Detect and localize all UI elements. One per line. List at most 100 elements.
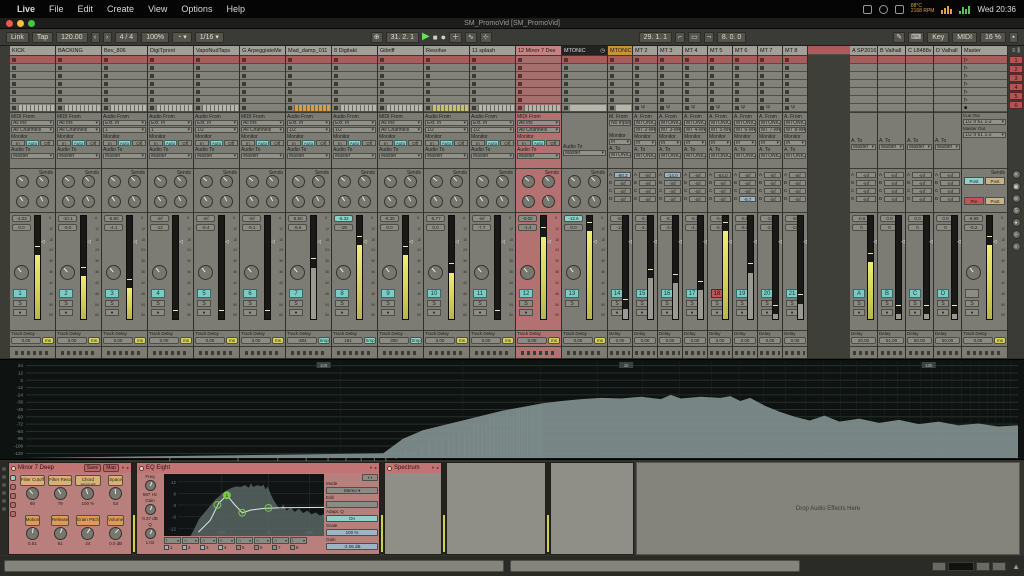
- track-delay-field[interactable]: 0.00: [659, 337, 681, 344]
- track-header[interactable]: MTONIC◷: [562, 46, 607, 56]
- clip-slot[interactable]: [783, 88, 807, 96]
- clip-slot[interactable]: Ψ: [633, 104, 657, 112]
- scene-slot[interactable]: ▷: [962, 56, 1007, 64]
- solo-button[interactable]: S: [13, 300, 27, 307]
- menu-item-create[interactable]: Create: [100, 4, 141, 14]
- fader-handle[interactable]: ◁: [501, 239, 505, 245]
- key-map-button[interactable]: Key: [927, 32, 949, 43]
- arm-button[interactable]: ●: [59, 309, 73, 316]
- delay-unit-toggle[interactable]: ms: [226, 337, 238, 344]
- clip-slot[interactable]: [470, 96, 515, 104]
- send-amount-field[interactable]: -inf: [789, 172, 806, 178]
- q-knob[interactable]: [145, 528, 156, 539]
- clip-slot[interactable]: [608, 88, 632, 96]
- clip-slot[interactable]: [10, 72, 55, 80]
- track-delay-field[interactable]: 20.00: [851, 337, 876, 344]
- input-dropdown[interactable]: No Input▾: [609, 120, 631, 126]
- send-b-knob[interactable]: [174, 175, 187, 188]
- play-button[interactable]: ▶: [422, 32, 430, 42]
- lock-icon[interactable]: [863, 5, 872, 14]
- audio-to-dropdown[interactable]: Master▾: [287, 153, 330, 159]
- monitor-auto-button[interactable]: Auto: [164, 140, 178, 146]
- solo-button[interactable]: S: [381, 300, 395, 307]
- track-header[interactable]: MT 7: [758, 46, 782, 56]
- audio-to-dropdown[interactable]: Master▾: [57, 153, 100, 159]
- audio-to-dropdown[interactable]: Master▾: [333, 153, 376, 159]
- delay-unit-toggle[interactable]: ms: [134, 337, 146, 344]
- fader-handle[interactable]: ◁: [901, 239, 905, 245]
- pan-field[interactable]: -9.0: [58, 224, 77, 231]
- send-c-knob[interactable]: [154, 195, 167, 208]
- volume-field[interactable]: -6.32: [334, 215, 353, 222]
- device-activator-toggle[interactable]: [387, 466, 392, 471]
- monitor-off-button[interactable]: Off: [270, 140, 284, 146]
- send-amount-field[interactable]: -inf: [739, 188, 756, 194]
- menu-item-view[interactable]: View: [141, 4, 174, 14]
- clip-slot[interactable]: [470, 80, 515, 88]
- crossfade-assign[interactable]: [760, 351, 779, 355]
- send-amount-field[interactable]: -inf: [714, 196, 731, 202]
- track-delay-field[interactable]: 50.00: [907, 337, 932, 344]
- clip-slot-scene1[interactable]: [194, 56, 239, 64]
- track-header[interactable]: Bev_806: [102, 46, 147, 56]
- solo-button[interactable]: S: [151, 300, 165, 307]
- audio-to-dropdown[interactable]: Master▾: [195, 153, 238, 159]
- clip-slot[interactable]: [608, 72, 632, 80]
- solo-button[interactable]: S: [881, 300, 893, 307]
- input-channel-dropdown[interactable]: 1/2▾: [471, 127, 514, 133]
- device-activator-toggle[interactable]: [11, 466, 16, 471]
- solo-button[interactable]: S: [853, 300, 865, 307]
- send-c-knob[interactable]: [430, 195, 443, 208]
- clip-slot[interactable]: [10, 64, 55, 72]
- send-d-prepost-toggle[interactable]: Post: [985, 197, 1005, 205]
- crossfade-assign[interactable]: [853, 351, 875, 355]
- pan-field[interactable]: -12: [150, 224, 169, 231]
- crossfade-assign[interactable]: [199, 351, 235, 355]
- fader-handle[interactable]: ◁: [753, 239, 757, 245]
- clip-slot[interactable]: [194, 64, 239, 72]
- send-amount-field[interactable]: -inf: [856, 196, 876, 202]
- computer-midi-keyboard-button[interactable]: ⌨: [908, 32, 924, 43]
- monitor-off-button[interactable]: Off: [408, 140, 422, 146]
- input-dropdown[interactable]: MTONIC▾: [759, 120, 781, 126]
- menu-item-help[interactable]: Help: [219, 4, 252, 14]
- track-delay-field[interactable]: 51.00: [879, 337, 904, 344]
- clip-slot-scene1[interactable]: [240, 56, 285, 64]
- audio-to-dropdown[interactable]: Master▾: [879, 144, 904, 150]
- pan-knob[interactable]: [382, 265, 397, 280]
- return-track-header[interactable]: C L8488v: [906, 46, 933, 56]
- band-activator[interactable]: 4: [218, 544, 235, 551]
- fader-handle[interactable]: ◁: [653, 239, 657, 245]
- input-channel-dropdown[interactable]: All Channels▾: [241, 127, 284, 133]
- save-preset-button[interactable]: Save: [84, 464, 101, 472]
- fader-handle[interactable]: ◁: [363, 239, 367, 245]
- clip-slot[interactable]: [733, 88, 757, 96]
- send-c-knob[interactable]: [200, 195, 213, 208]
- macro-knob[interactable]: [81, 487, 94, 500]
- clip-slot[interactable]: [758, 88, 782, 96]
- fader-handle[interactable]: ◁: [593, 239, 597, 245]
- cue-out-dropdown[interactable]: 1/2 II 61 1-2▾: [963, 119, 1006, 125]
- audio-to-dropdown[interactable]: Master▾: [103, 153, 146, 159]
- crossfade-assign[interactable]: [521, 351, 557, 355]
- overdub-button[interactable]: ＋: [449, 32, 462, 43]
- scene-slot[interactable]: ▷: [962, 80, 1007, 88]
- track-header[interactable]: Mad_damp_011: [286, 46, 331, 56]
- send-b-knob[interactable]: [266, 175, 279, 188]
- audio-to-dropdown[interactable]: MTONIC▾: [659, 153, 681, 159]
- clip-slot[interactable]: [683, 88, 707, 96]
- pan-knob[interactable]: [966, 265, 981, 280]
- clip-slot[interactable]: [194, 104, 239, 112]
- crossfade-assign[interactable]: [475, 351, 511, 355]
- input-dropdown[interactable]: MTONIC▾: [784, 120, 806, 126]
- audio-to-dropdown[interactable]: MTONIC▾: [609, 152, 631, 158]
- crossfade-assign[interactable]: [15, 351, 51, 355]
- clip-slot[interactable]: [102, 104, 147, 112]
- clip-slot[interactable]: [56, 72, 101, 80]
- device-title-bar[interactable]: Minor 7 DeepSaveMap◑◒: [9, 463, 131, 473]
- monitor-dropdown[interactable]: In▾: [609, 139, 631, 145]
- audio-to-dropdown[interactable]: MTONIC▾: [784, 153, 806, 159]
- clip-slot[interactable]: [56, 104, 101, 112]
- clip-slot[interactable]: Ψ: [758, 104, 782, 112]
- clip-slot[interactable]: [516, 104, 561, 112]
